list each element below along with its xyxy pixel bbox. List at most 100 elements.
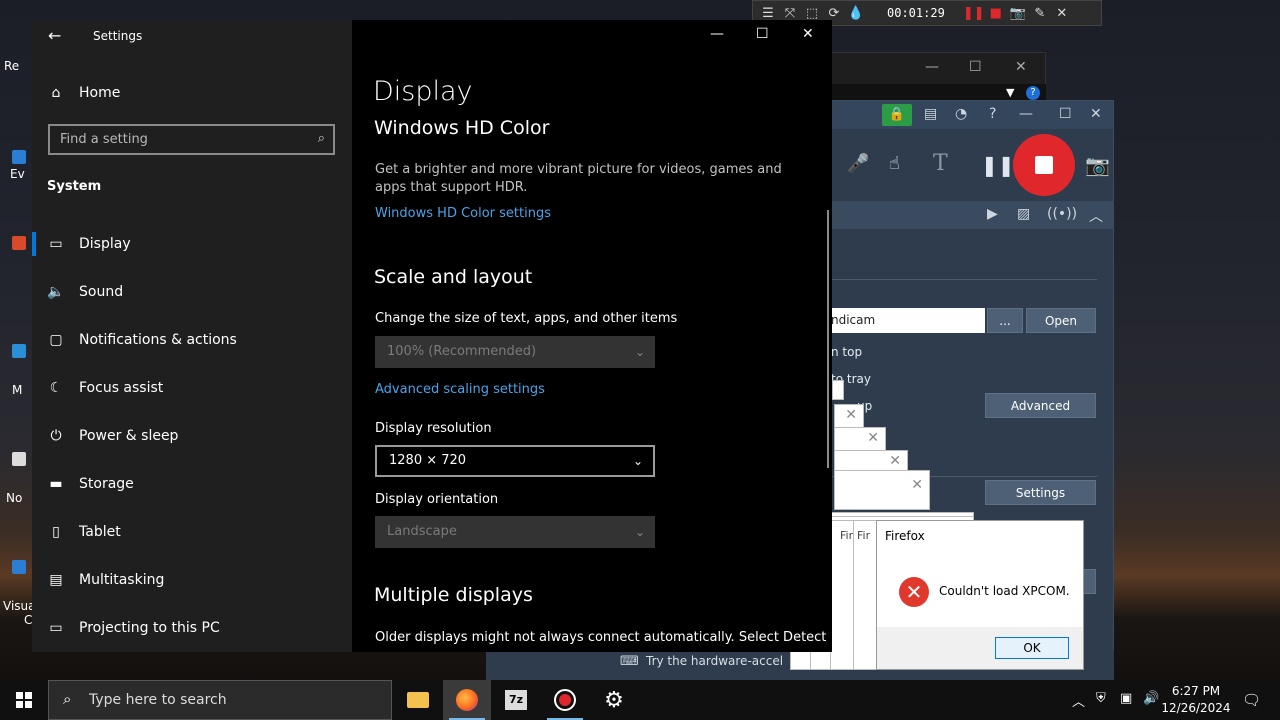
security-icon[interactable]: ⛨	[1096, 691, 1106, 706]
option-label: n top	[831, 345, 863, 359]
sidebar-item-notifications[interactable]: ▢ Notifications & actions	[47, 328, 236, 352]
minimize-icon[interactable]: —	[1019, 106, 1033, 122]
error-popup: Fir	[853, 520, 877, 670]
network-icon[interactable]: ▣	[1120, 691, 1132, 706]
window-title: Settings	[93, 29, 143, 43]
recorder-title-bar: 🔒 ▤ ◔ ? — ☐ ✕	[827, 101, 1113, 129]
folder-icon[interactable]: ▤	[924, 106, 937, 122]
desktop-app-icon[interactable]	[12, 452, 26, 466]
notification-center-icon[interactable]: 🗨	[1242, 691, 1261, 709]
desktop-app-icon[interactable]	[12, 344, 26, 358]
maximize-icon[interactable]: ☐	[756, 26, 769, 42]
popup-title: Fir	[857, 529, 871, 542]
multiple-displays-heading: Multiple displays	[374, 584, 533, 606]
chevron-up-icon[interactable]: ︿	[1072, 691, 1085, 710]
sidebar-item-label: Multitasking	[79, 572, 165, 588]
chevron-down-icon: ⌄	[634, 345, 645, 359]
stop-icon[interactable]: ■	[985, 2, 1007, 24]
advanced-scaling-link[interactable]: Advanced scaling settings	[375, 382, 545, 397]
close-icon[interactable]: ✕	[802, 26, 814, 42]
tablet-icon: ▯	[52, 524, 60, 540]
desktop-app-icon[interactable]	[12, 150, 26, 164]
file-explorer-icon[interactable]	[394, 680, 442, 720]
error-popup: ✕	[834, 470, 930, 510]
settings-sidebar: ← Settings ⌂ Home ⌕ System ▭ Display 🔈 S…	[32, 20, 352, 652]
lock-icon[interactable]: 🔒	[882, 104, 912, 126]
close-icon[interactable]: ✕	[1015, 59, 1027, 75]
close-icon[interactable]: ✕	[911, 477, 923, 493]
output-folder-input[interactable]: ndicam	[827, 308, 985, 333]
video-icon[interactable]: ▶	[987, 206, 998, 222]
hd-color-settings-link[interactable]: Windows HD Color settings	[375, 206, 551, 221]
chevron-up-icon[interactable]: ︿	[1089, 206, 1103, 226]
windows-start-icon[interactable]	[16, 692, 32, 708]
find-setting-box: ⌕	[48, 124, 335, 155]
minimize-icon[interactable]: —	[710, 26, 724, 42]
screenshot-camera-icon[interactable]: 📷	[1085, 153, 1110, 177]
find-setting-input[interactable]	[50, 126, 333, 153]
minimize-icon[interactable]: —	[925, 59, 939, 75]
clock-icon[interactable]: ◔	[955, 106, 967, 122]
resolution-dropdown[interactable]: 1280 × 720 ⌄	[375, 445, 655, 477]
microphone-icon[interactable]: 🎤	[847, 153, 869, 174]
clock-date: 12/26/2024	[1161, 701, 1231, 715]
sidebar-item-display[interactable]: ▭ Display	[32, 232, 131, 256]
multitasking-icon: ▤	[49, 572, 63, 588]
moon-icon: ☾	[49, 380, 63, 396]
help-icon[interactable]: ?	[1026, 86, 1040, 100]
broadcast-icon[interactable]: ((•))	[1047, 206, 1077, 222]
sidebar-item-projecting[interactable]: ▭ Projecting to this PC	[47, 616, 219, 640]
cursor-icon[interactable]: ☝	[889, 153, 900, 174]
sidebar-item-focus-assist[interactable]: ☾ Focus assist	[47, 376, 164, 400]
stop-record-button[interactable]	[1013, 134, 1075, 196]
back-arrow-icon[interactable]: ←	[48, 26, 61, 45]
maximize-icon[interactable]: ☐	[969, 59, 982, 75]
close-icon[interactable]: ✕	[867, 430, 879, 446]
sidebar-item-tablet[interactable]: ▯ Tablet	[47, 520, 121, 544]
browse-button[interactable]: ...	[987, 308, 1023, 333]
scale-dropdown[interactable]: 100% (Recommended) ⌄	[375, 336, 655, 368]
speaker-icon: 🔈	[47, 284, 65, 300]
sidebar-item-storage[interactable]: ▬ Storage	[47, 472, 133, 496]
taskbar-search-input[interactable]	[89, 681, 379, 719]
sidebar-item-power-sleep[interactable]: ⏻ Power & sleep	[47, 424, 178, 448]
volume-icon[interactable]: 🔊	[1143, 691, 1159, 706]
gear-icon[interactable]: ⚙	[590, 680, 638, 720]
desktop-icon-label: No	[6, 491, 23, 505]
maximize-icon[interactable]: ☐	[1059, 106, 1072, 122]
clock[interactable]: 6:27 PM 12/26/2024	[1160, 683, 1232, 717]
image-icon[interactable]: ▨	[1017, 206, 1030, 222]
text-icon[interactable]: T	[933, 151, 948, 176]
power-icon: ⏻	[50, 428, 62, 444]
pause-button[interactable]: ❚❚	[981, 153, 1015, 177]
visual-studio-icon[interactable]	[12, 560, 26, 574]
close-icon[interactable]: ✕	[1051, 2, 1073, 24]
sidebar-item-sound[interactable]: 🔈 Sound	[47, 280, 123, 304]
settings-button[interactable]: Settings	[985, 480, 1096, 505]
dialog-title: Firefox	[885, 529, 925, 543]
desktop-app-icon[interactable]	[12, 236, 26, 250]
scrollbar[interactable]	[827, 210, 829, 468]
open-button[interactable]: Open	[1026, 308, 1096, 333]
ok-button[interactable]: OK	[995, 637, 1069, 659]
close-icon[interactable]: ✕	[1090, 106, 1102, 122]
desktop-icon-label: Visua	[3, 599, 36, 613]
camera-icon[interactable]: 📷	[1007, 2, 1029, 24]
sidebar-item-multitasking[interactable]: ▤ Multitasking	[47, 568, 164, 592]
pen-icon[interactable]: ✎	[1029, 2, 1051, 24]
help-icon[interactable]: ?	[989, 106, 996, 122]
pause-icon[interactable]: ❚❚	[963, 2, 985, 24]
chevron-down-icon: ⌄	[632, 454, 643, 468]
drop-icon[interactable]: 💧	[845, 2, 867, 24]
chevron-down-icon[interactable]: ▼	[1006, 86, 1014, 99]
sidebar-item-home[interactable]: ⌂ Home	[47, 82, 121, 104]
close-icon[interactable]: ✕	[889, 453, 901, 469]
error-popup: ✕	[834, 427, 886, 451]
7zip-icon[interactable]: 7z	[492, 680, 540, 720]
projector-icon: ▭	[49, 620, 63, 636]
firefox-icon[interactable]	[443, 680, 491, 720]
advanced-button[interactable]: Advanced	[985, 393, 1096, 418]
orientation-dropdown[interactable]: Landscape ⌄	[375, 516, 655, 548]
record-icon[interactable]	[541, 680, 589, 720]
close-icon[interactable]: ✕	[845, 407, 857, 423]
